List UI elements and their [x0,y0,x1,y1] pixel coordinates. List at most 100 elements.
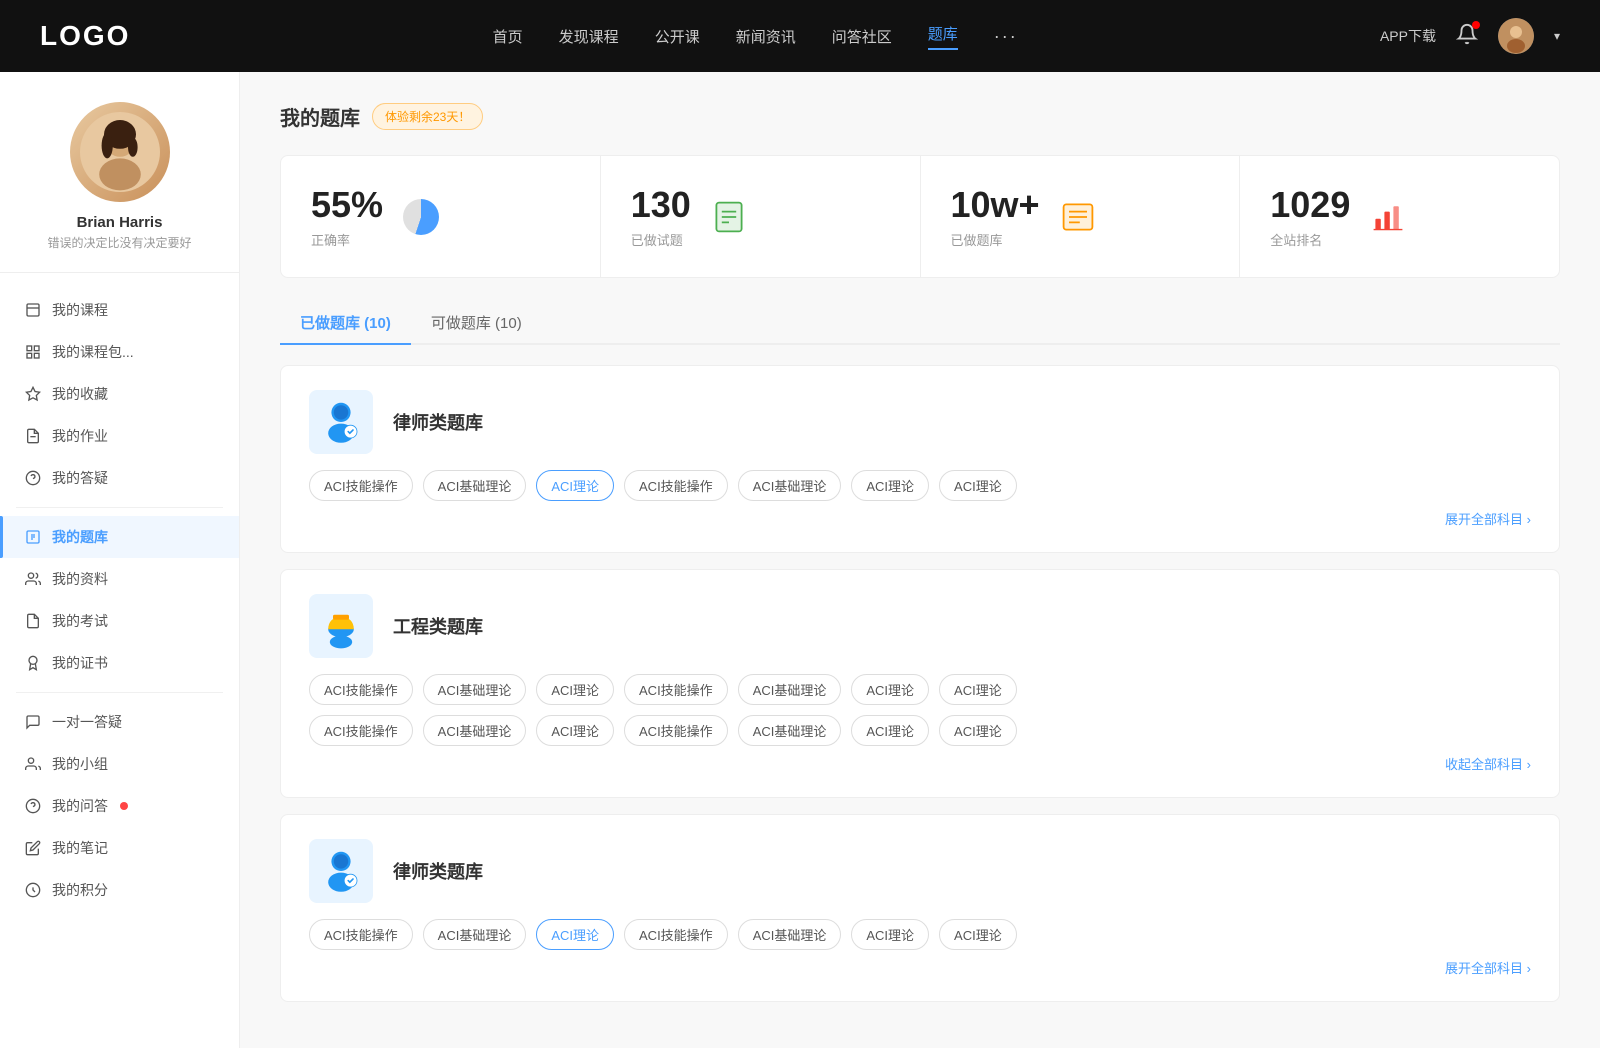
nav-logo[interactable]: LOGO [40,20,130,52]
exam-icon [24,612,42,630]
bank-card-header-2: 工程类题库 [309,594,1531,658]
bank-1-tag-0[interactable]: ACI技能操作 [309,470,413,501]
sidebar-item-notes[interactable]: 我的笔记 [0,827,239,869]
bank-3-tag-0[interactable]: ACI技能操作 [309,919,413,950]
package-icon [24,343,42,361]
accuracy-value: 55% [311,184,383,226]
sidebar-item-question-bank[interactable]: 我的题库 [0,516,239,558]
bank-2-tags-row-1: ACI技能操作 ACI基础理论 ACI理论 ACI技能操作 ACI基础理论 AC… [309,674,1531,705]
bank-1-tag-2[interactable]: ACI理论 [536,470,614,501]
points-icon [24,881,42,899]
bank-1-tag-3[interactable]: ACI技能操作 [624,470,728,501]
bank-2-tags-row-2: ACI技能操作 ACI基础理论 ACI理论 ACI技能操作 ACI基础理论 AC… [309,715,1531,746]
bank-2-tags-footer: 收起全部科目 › [309,754,1531,773]
bank-3-tags-footer: 展开全部科目 › [309,958,1531,977]
bank-2-tag-r2-3[interactable]: ACI技能操作 [624,715,728,746]
bank-2-tag-r2-0[interactable]: ACI技能操作 [309,715,413,746]
bank-3-tag-1[interactable]: ACI基础理论 [423,919,527,950]
chat-icon [24,713,42,731]
lawyer-bank-icon [309,390,373,454]
bank-2-tag-6[interactable]: ACI理论 [939,674,1017,705]
bank-3-tag-3[interactable]: ACI技能操作 [624,919,728,950]
bank-3-tag-4[interactable]: ACI基础理论 [738,919,842,950]
sidebar-item-points[interactable]: 我的积分 [0,869,239,911]
sidebar-item-groups[interactable]: 我的小组 [0,743,239,785]
bank-1-tag-5[interactable]: ACI理论 [851,470,929,501]
sidebar-item-one-on-one[interactable]: 一对一答疑 [0,701,239,743]
sidebar-item-qa[interactable]: 我的答疑 [0,457,239,499]
nav-news[interactable]: 新闻资讯 [736,26,796,47]
stat-accuracy: 55% 正确率 [281,156,601,277]
bank-2-tag-r2-5[interactable]: ACI理论 [851,715,929,746]
stat-done-questions-values: 130 已做试题 [631,184,691,249]
app-download-button[interactable]: APP下载 [1380,26,1436,46]
notes-icon [24,839,42,857]
bank-1-tag-4[interactable]: ACI基础理论 [738,470,842,501]
bank-2-tag-0[interactable]: ACI技能操作 [309,674,413,705]
bank-2-collapse-link[interactable]: 收起全部科目 › [1445,754,1531,773]
bank-2-tag-5[interactable]: ACI理论 [851,674,929,705]
sidebar-item-course-packages[interactable]: 我的课程包... [0,331,239,373]
stat-done-banks: 10w+ 已做题库 [921,156,1241,277]
bank-3-tags-container: ACI技能操作 ACI基础理论 ACI理论 ACI技能操作 ACI基础理论 AC… [309,919,1531,977]
notification-bell[interactable] [1456,23,1478,50]
done-questions-label: 已做试题 [631,230,691,249]
materials-icon [24,570,42,588]
tab-available-banks[interactable]: 可做题库 (10) [411,302,542,345]
bank-2-tag-r2-2[interactable]: ACI理论 [536,715,614,746]
list-icon [1056,195,1100,239]
nav-qa[interactable]: 问答社区 [832,26,892,47]
lawyer2-bank-title: 律师类题库 [393,858,483,884]
nav-question-bank[interactable]: 题库 [928,23,958,50]
sidebar-item-certificates[interactable]: 我的证书 [0,642,239,684]
bank-2-tag-4[interactable]: ACI基础理论 [738,674,842,705]
cert-icon [24,654,42,672]
group-icon [24,755,42,773]
user-dropdown-icon[interactable]: ▾ [1554,29,1560,43]
bank-3-tags-row: ACI技能操作 ACI基础理论 ACI理论 ACI技能操作 ACI基础理论 AC… [309,919,1531,950]
avatar[interactable] [1498,18,1534,54]
nav-home[interactable]: 首页 [493,26,523,47]
sidebar-item-my-qa[interactable]: 我的问答 [0,785,239,827]
bank-3-tag-2[interactable]: ACI理论 [536,919,614,950]
bank-2-tag-r2-1[interactable]: ACI基础理论 [423,715,527,746]
bank-1-tag-1[interactable]: ACI基础理论 [423,470,527,501]
sidebar-item-exams[interactable]: 我的考试 [0,600,239,642]
bank-3-tag-5[interactable]: ACI理论 [851,919,929,950]
bank-2-tag-1[interactable]: ACI基础理论 [423,674,527,705]
tab-done-banks[interactable]: 已做题库 (10) [280,302,411,345]
divider-2 [16,692,223,693]
stat-accuracy-values: 55% 正确率 [311,184,383,249]
qa-icon [24,469,42,487]
sidebar-item-favorites[interactable]: 我的收藏 [0,373,239,415]
stats-row: 55% 正确率 130 已做试题 [280,155,1560,278]
bank-card-lawyer-1: 律师类题库 ACI技能操作 ACI基础理论 ACI理论 ACI技能操作 ACI基… [280,365,1560,553]
bank-2-tag-r2-4[interactable]: ACI基础理论 [738,715,842,746]
bank-3-tag-6[interactable]: ACI理论 [939,919,1017,950]
star-icon [24,385,42,403]
nav-more[interactable]: ··· [994,26,1018,47]
nav-right: APP下载 ▾ [1380,18,1560,54]
ranking-label: 全站排名 [1270,230,1350,249]
bank-2-tags-section: ACI技能操作 ACI基础理论 ACI理论 ACI技能操作 ACI基础理论 AC… [309,674,1531,773]
bank-card-header-1: 律师类题库 [309,390,1531,454]
bank-1-tag-6[interactable]: ACI理论 [939,470,1017,501]
done-questions-value: 130 [631,184,691,226]
page-header: 我的题库 体验剩余23天！ [280,102,1560,131]
bank-1-tags-section: ACI技能操作 ACI基础理论 ACI理论 ACI技能操作 ACI基础理论 AC… [309,470,1531,528]
divider-1 [16,507,223,508]
bank-2-tag-r2-6[interactable]: ACI理论 [939,715,1017,746]
bank-1-expand-link[interactable]: 展开全部科目 › [1445,509,1531,528]
sidebar-item-homework[interactable]: 我的作业 [0,415,239,457]
engineer-bank-title: 工程类题库 [393,613,483,639]
sidebar-item-my-courses[interactable]: 我的课程 [0,289,239,331]
accuracy-label: 正确率 [311,230,383,249]
nav-discover[interactable]: 发现课程 [559,26,619,47]
bank-2-tag-2[interactable]: ACI理论 [536,674,614,705]
bank-2-tag-3[interactable]: ACI技能操作 [624,674,728,705]
done-banks-value: 10w+ [951,184,1040,226]
sidebar-item-materials[interactable]: 我的资料 [0,558,239,600]
stat-ranking: 1029 全站排名 [1240,156,1559,277]
nav-open-course[interactable]: 公开课 [655,26,700,47]
bank-3-expand-link[interactable]: 展开全部科目 › [1445,958,1531,977]
